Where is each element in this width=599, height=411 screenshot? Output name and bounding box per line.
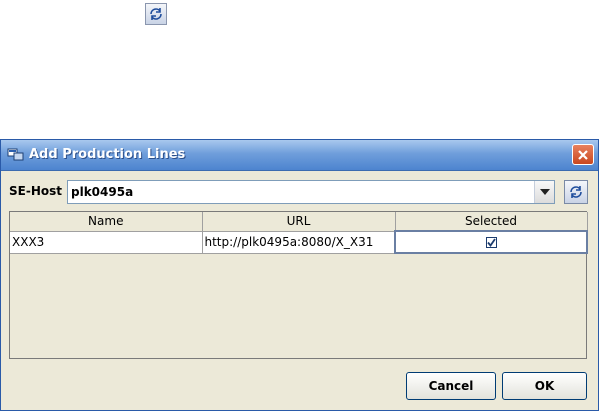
se-host-value: plk0495a [71, 185, 134, 199]
add-production-lines-dialog: Add Production Lines SE-Host plk0495a Na… [0, 139, 599, 411]
column-header-selected[interactable]: Selected [395, 212, 588, 232]
host-refresh-button[interactable] [564, 180, 588, 204]
close-icon [578, 149, 588, 160]
close-button[interactable] [572, 144, 594, 165]
cancel-button[interactable]: Cancel [406, 372, 496, 400]
checkmark-icon [486, 238, 496, 247]
production-lines-icon [7, 148, 24, 161]
dialog-title: Add Production Lines [29, 147, 186, 162]
column-header-url[interactable]: URL [202, 212, 396, 232]
selected-checkbox[interactable] [485, 237, 497, 248]
se-host-dropdown-button[interactable] [534, 181, 554, 203]
table-row[interactable]: XXX3 http://plk0495a:8080/X_X31 [10, 230, 588, 254]
dialog-title-bar[interactable]: Add Production Lines [1, 140, 598, 171]
column-header-name[interactable]: Name [10, 212, 203, 232]
refresh-icon [150, 8, 162, 20]
cell-url[interactable]: http://plk0495a:8080/X_X31 [202, 231, 396, 254]
se-host-label: SE-Host [9, 184, 62, 198]
chevron-down-icon [539, 189, 550, 195]
production-lines-table: Name URL Selected XXX3 http://plk0495a:8… [9, 211, 588, 359]
table-header: Name URL Selected [10, 212, 588, 232]
refresh-icon [570, 186, 582, 198]
refresh-button[interactable] [145, 3, 167, 25]
cell-name[interactable]: XXX3 [10, 231, 203, 254]
ok-button[interactable]: OK [502, 372, 587, 400]
se-host-combobox[interactable]: plk0495a [67, 180, 555, 204]
cell-selected[interactable] [394, 230, 588, 254]
se-host-row: SE-Host plk0495a [1, 180, 598, 204]
